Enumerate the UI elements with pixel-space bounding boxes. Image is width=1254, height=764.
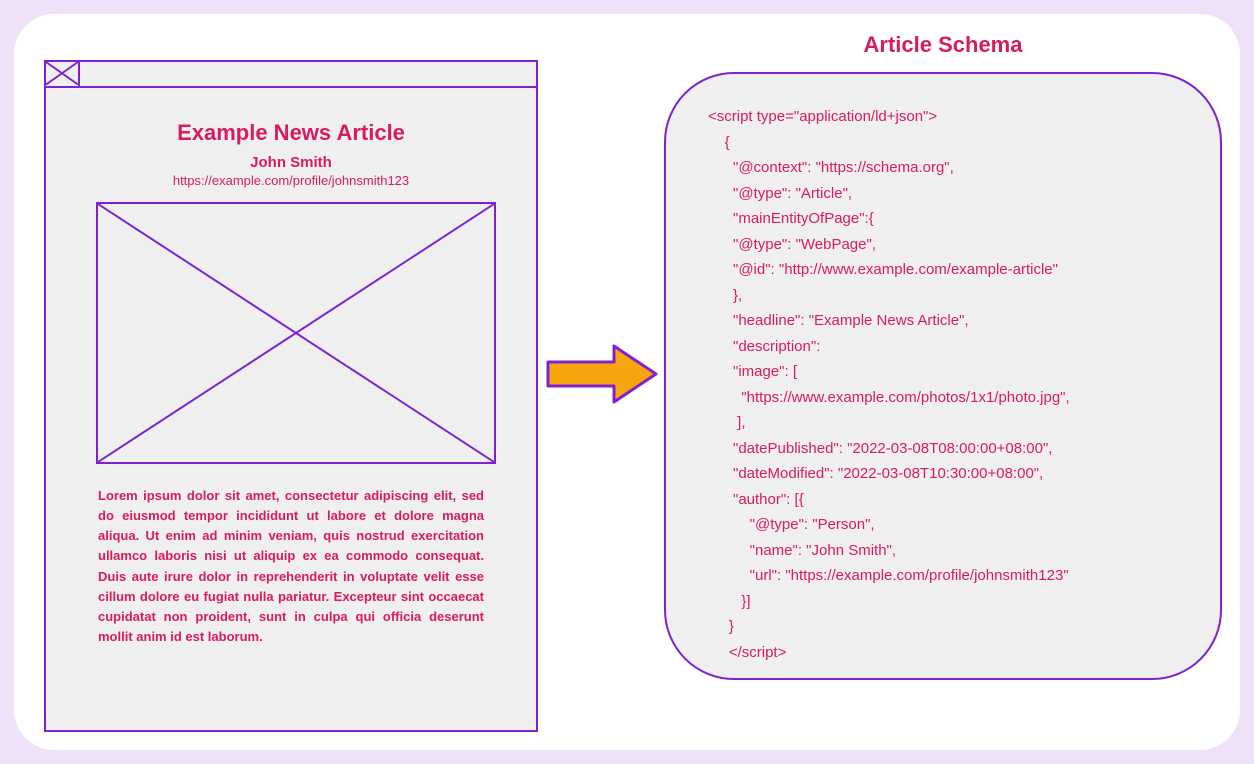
article-profile-url: https://example.com/profile/johnsmith123 (96, 173, 486, 188)
schema-title: Article Schema (664, 32, 1222, 58)
browser-wireframe: Example News Article John Smith https://… (44, 60, 538, 732)
diagram-canvas: Example News Article John Smith https://… (14, 14, 1240, 750)
article-title: Example News Article (96, 120, 486, 146)
image-placeholder-icon (96, 202, 496, 464)
article-body: Lorem ipsum dolor sit amet, consectetur … (96, 486, 486, 647)
schema-code-box: <script type="application/ld+json"> { "@… (664, 72, 1222, 680)
browser-title-bar (46, 62, 536, 88)
article-author: John Smith (96, 154, 486, 171)
article-content: Example News Article John Smith https://… (46, 88, 536, 647)
schema-code: <script type="application/ld+json"> { "@… (708, 104, 1196, 665)
close-icon (46, 62, 80, 86)
arrow-right-icon (544, 342, 660, 406)
